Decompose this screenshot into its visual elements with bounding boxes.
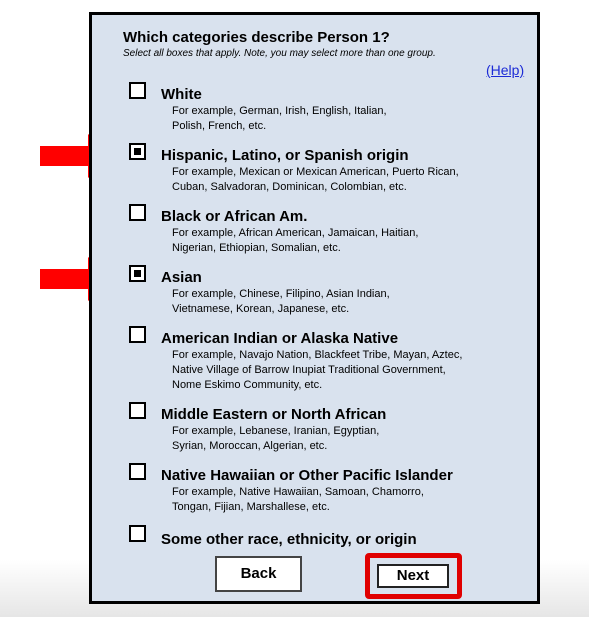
option-label: White <box>161 86 202 103</box>
checkbox[interactable] <box>129 326 146 343</box>
option-description: For example, Native Hawaiian, Samoan, Ch… <box>172 486 424 513</box>
option-description: For example, Chinese, Filipino, Asian In… <box>172 288 390 315</box>
checkbox[interactable] <box>129 463 146 480</box>
next-button[interactable]: Next <box>377 564 449 588</box>
option-label: American Indian or Alaska Native <box>161 330 399 347</box>
back-button[interactable]: Back <box>215 556 302 592</box>
help-link[interactable]: (Help) <box>486 62 524 78</box>
option-label: Native Hawaiian or Other Pacific Islande… <box>161 467 453 484</box>
checkbox[interactable] <box>129 82 146 99</box>
checkbox-checked[interactable] <box>129 265 146 282</box>
checkbox[interactable] <box>129 402 146 419</box>
option-description: For example, Lebanese, Iranian, Egyptian… <box>172 425 380 452</box>
option-label: Asian <box>161 269 202 286</box>
option-description: For example, Mexican or Mexican American… <box>172 166 459 193</box>
option-description: For example, Navajo Nation, Blackfeet Tr… <box>172 349 463 391</box>
checkbox[interactable] <box>129 525 146 542</box>
checkbox[interactable] <box>129 204 146 221</box>
option-label: Middle Eastern or North African <box>161 406 387 423</box>
race-question-panel: Which categories describe Person 1? Sele… <box>89 12 540 604</box>
option-label: Black or African Am. <box>161 208 308 225</box>
option-description: For example, African American, Jamaican,… <box>172 227 419 254</box>
option-label: Some other race, ethnicity, or origin <box>161 531 417 548</box>
checkbox-checked[interactable] <box>129 143 146 160</box>
question-heading: Which categories describe Person 1? <box>123 29 390 46</box>
option-label: Hispanic, Latino, or Spanish origin <box>161 147 409 164</box>
option-description: For example, German, Irish, English, Ita… <box>172 105 387 132</box>
question-instructions: Select all boxes that apply. Note, you m… <box>123 48 436 59</box>
